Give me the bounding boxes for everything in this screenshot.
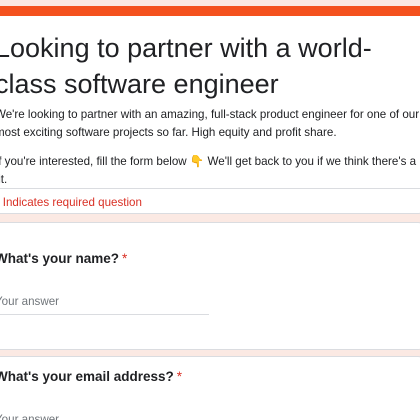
required-question-note: * Indicates required question — [0, 196, 142, 209]
header-divider — [0, 188, 420, 189]
question-card-name: What's your name? * — [0, 222, 420, 350]
required-asterisk: * — [121, 251, 128, 266]
question-card-email: What's your email address? * — [0, 356, 420, 420]
question-label: What's your name? * — [0, 251, 127, 266]
form-description-cta: If you're interested, fill the form belo… — [0, 155, 417, 186]
question-label: What's your email address? * — [0, 369, 182, 384]
form-title: Looking to partner with a world-class so… — [0, 33, 372, 99]
question-title: What's your name? — [0, 251, 119, 266]
name-answer-input[interactable] — [0, 291, 209, 315]
form-viewport: Looking to partner with a world-class so… — [0, 0, 420, 420]
required-asterisk: * — [176, 369, 183, 384]
email-answer-input[interactable] — [0, 409, 209, 420]
theme-accent-bar — [0, 6, 420, 16]
form-header-card: Looking to partner with a world-class so… — [0, 6, 420, 214]
question-title: What's your email address? — [0, 369, 174, 384]
form-description: We're looking to partner with an amazing… — [0, 108, 420, 139]
